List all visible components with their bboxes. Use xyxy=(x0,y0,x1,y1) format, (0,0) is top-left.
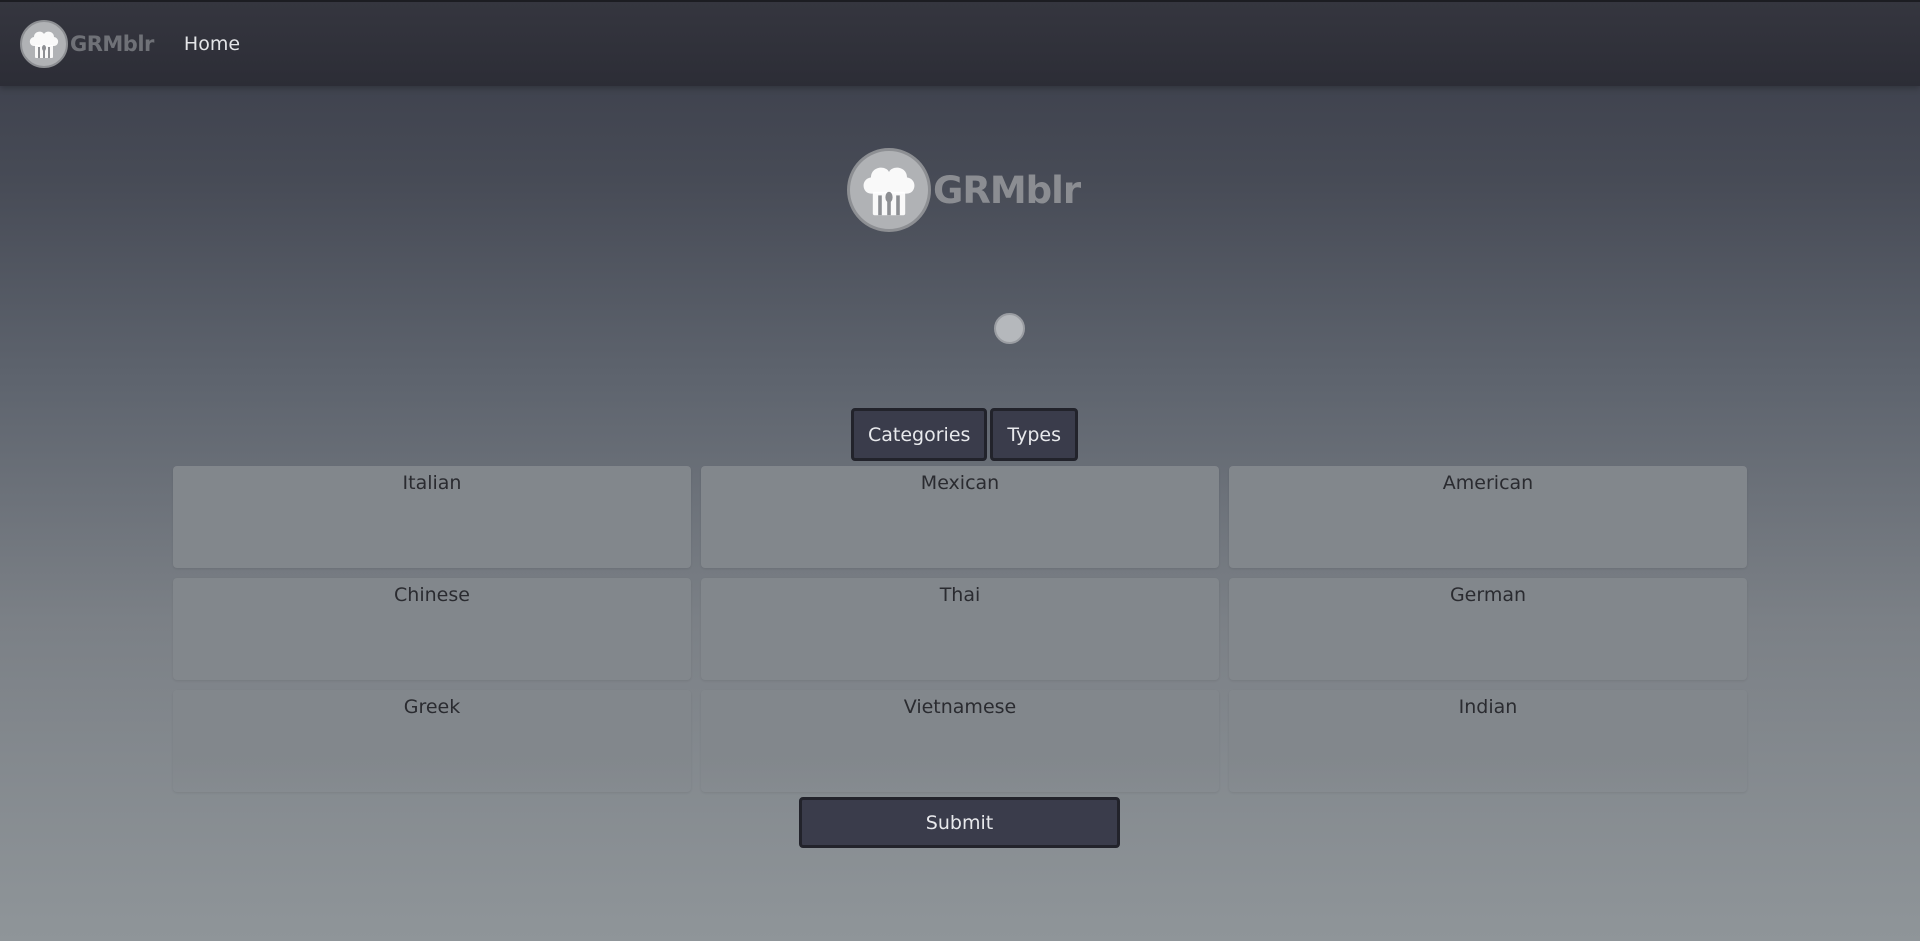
top-navbar: GRMblr Home xyxy=(0,0,1920,86)
submit-button[interactable]: Submit xyxy=(799,797,1120,848)
cuisine-tile-chinese[interactable]: Chinese xyxy=(173,578,691,680)
cuisine-tile-indian[interactable]: Indian xyxy=(1229,690,1747,792)
cuisine-tile-greek[interactable]: Greek xyxy=(173,690,691,792)
cuisine-grid: Italian Mexican American Chinese Thai Ge… xyxy=(173,466,1747,792)
categories-button[interactable]: Categories xyxy=(851,408,988,461)
nav-link-home[interactable]: Home xyxy=(184,33,240,55)
chef-hat-utensils-icon xyxy=(847,148,931,232)
cuisine-tile-american[interactable]: American xyxy=(1229,466,1747,568)
navbar-brand-name: GRMblr xyxy=(70,32,154,56)
cuisine-tile-german[interactable]: German xyxy=(1229,578,1747,680)
cuisine-tile-mexican[interactable]: Mexican xyxy=(701,466,1219,568)
cuisine-tile-thai[interactable]: Thai xyxy=(701,578,1219,680)
filter-toggle-group: Categories Types xyxy=(851,408,1078,461)
navbar-brand[interactable]: GRMblr xyxy=(20,20,154,68)
loading-indicator xyxy=(994,313,1025,344)
cuisine-tile-vietnamese[interactable]: Vietnamese xyxy=(701,690,1219,792)
types-button[interactable]: Types xyxy=(990,408,1078,461)
hero-brand-name: GRMblr xyxy=(933,168,1081,212)
hero-brand: GRMblr xyxy=(847,148,1081,232)
cuisine-tile-italian[interactable]: Italian xyxy=(173,466,691,568)
chef-hat-utensils-icon xyxy=(20,20,68,68)
